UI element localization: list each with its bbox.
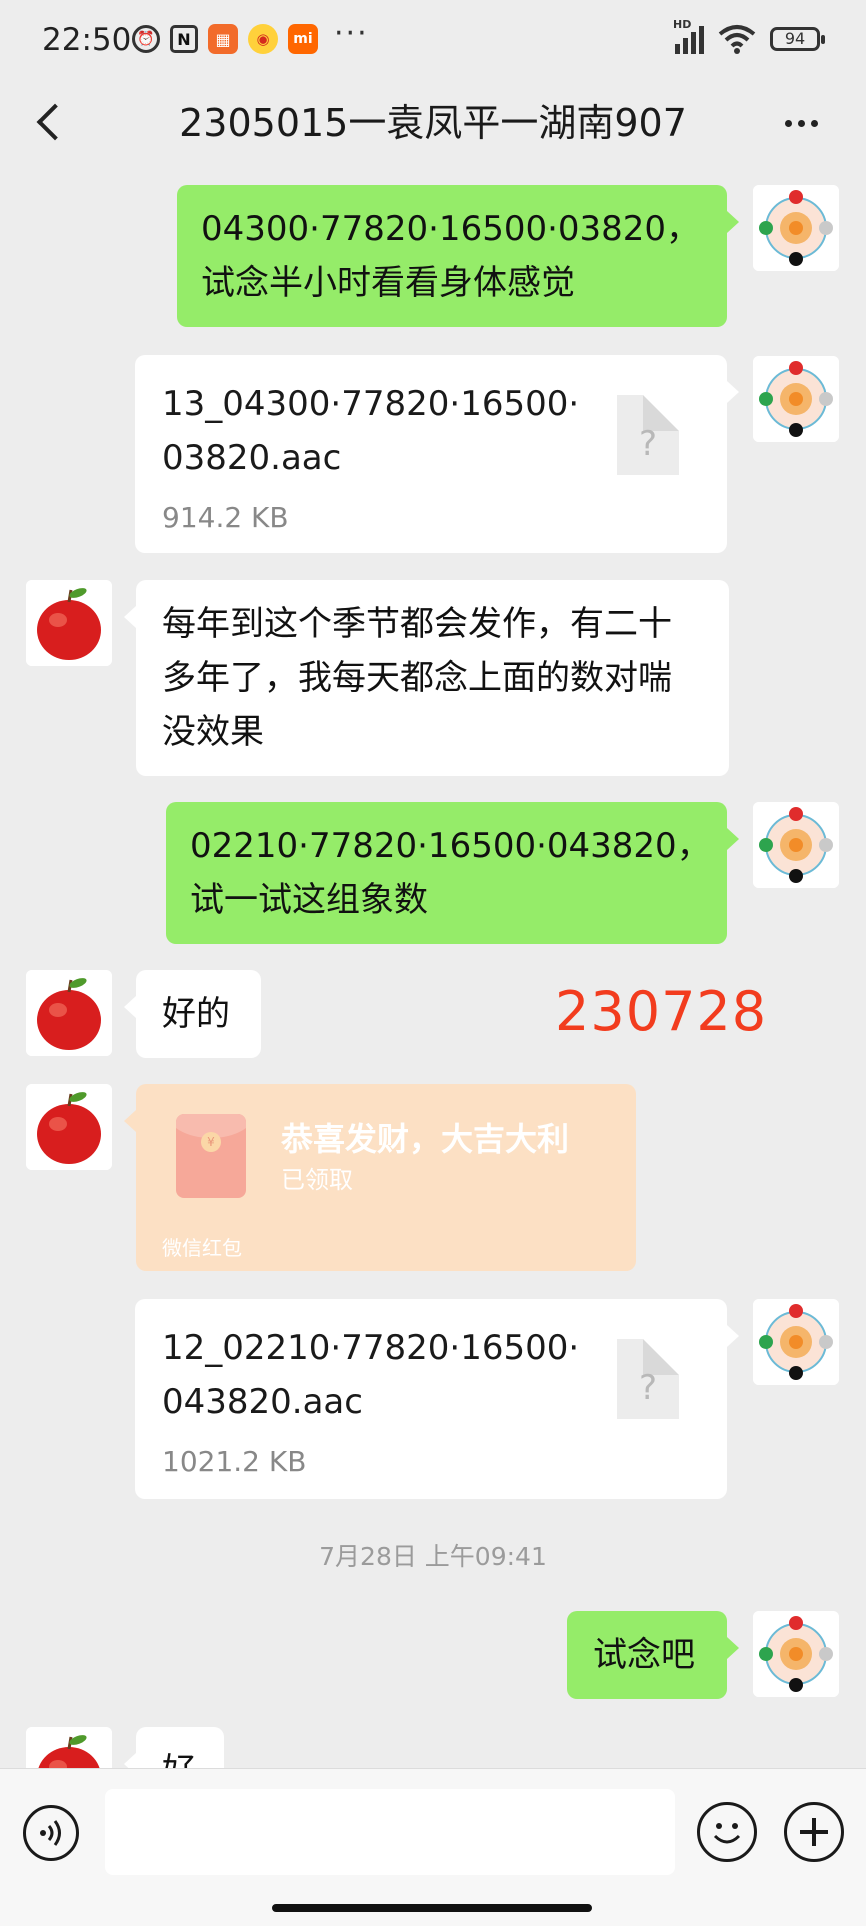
message-bubble-received[interactable]: 好 — [124, 1727, 224, 1768]
apple-avatar-icon — [26, 1084, 112, 1170]
apple-avatar-icon — [26, 1727, 112, 1768]
message-bubble-received[interactable]: 每年到这个季节都会发作，有二十多年了，我每天都念上面的数对喘没效果 — [124, 580, 729, 776]
apple-avatar-icon — [26, 580, 112, 666]
app-notification-icon: ▦ — [208, 24, 238, 54]
timestamp: 7月28日 上午09:41 — [319, 1542, 547, 1571]
my-avatar[interactable] — [753, 1299, 839, 1385]
more-options-button[interactable] — [776, 98, 826, 148]
my-avatar[interactable] — [753, 802, 839, 888]
file-size: 1021.2 KB — [162, 1445, 307, 1478]
signal-icon: HD — [673, 18, 704, 54]
message-text: 02210·77820·16500·043820，试一试这组象数 — [190, 826, 711, 920]
message-bubble-sent[interactable]: 04300·77820·16500·03820，试念半小时看看身体感觉 — [177, 185, 739, 327]
my-avatar[interactable] — [753, 1611, 839, 1697]
my-avatar[interactable] — [753, 185, 839, 271]
apple-avatar-icon — [26, 970, 112, 1056]
emoji-icon[interactable] — [697, 1802, 757, 1862]
wheel-avatar-icon — [753, 1611, 839, 1697]
battery-icon: 94 — [770, 27, 825, 51]
system-status: HD 94 — [673, 18, 825, 54]
red-packet-title: 恭喜发财，大吉大利 — [281, 1120, 570, 1158]
contact-avatar[interactable] — [26, 1727, 112, 1768]
message-text: 每年到这个季节都会发作，有二十多年了，我每天都念上面的数对喘没效果 — [162, 604, 672, 752]
file-name: 13_04300·77820·16500·03820.aac — [162, 384, 580, 478]
chat-title: 2305015一袁凤平一湖南907 — [179, 101, 687, 145]
red-packet-status: 已领取 — [281, 1166, 353, 1194]
message-bubble-sent[interactable]: 试念吧 — [567, 1611, 739, 1699]
message-text: 好 — [162, 1744, 198, 1768]
home-indicator[interactable] — [272, 1904, 592, 1912]
wifi-icon — [718, 24, 756, 54]
mi-icon: mi — [288, 24, 318, 54]
unknown-file-icon: ? — [617, 395, 679, 475]
chat-header: 2305015一袁凤平一湖南907 — [0, 80, 866, 170]
file-size: 914.2 KB — [162, 501, 289, 534]
overlay-number: 230728 — [555, 980, 768, 1043]
status-time: 22:50 — [42, 22, 132, 58]
red-packet-message[interactable]: ¥ 恭喜发财，大吉大利 已领取 微信红包 — [124, 1084, 636, 1271]
nfc-icon: N — [170, 25, 198, 53]
file-name: 12_02210·77820·16500·043820.aac — [162, 1328, 580, 1422]
my-avatar[interactable] — [753, 356, 839, 442]
contact-avatar[interactable] — [26, 970, 112, 1056]
wheel-avatar-icon — [753, 1299, 839, 1385]
message-bubble-sent[interactable]: 02210·77820·16500·043820，试一试这组象数 — [166, 802, 739, 944]
plus-icon[interactable] — [784, 1802, 844, 1862]
message-bubble-received[interactable]: 好的 — [124, 970, 261, 1058]
wheel-avatar-icon — [753, 356, 839, 442]
input-bar — [0, 1768, 866, 1926]
file-message[interactable]: 12_02210·77820·16500·043820.aac 1021.2 K… — [135, 1299, 739, 1499]
contact-avatar[interactable] — [26, 1084, 112, 1170]
wheel-avatar-icon — [753, 802, 839, 888]
wheel-avatar-icon — [753, 185, 839, 271]
status-bar: 22:50 ⏰ N ▦ ◉ mi ··· HD 94 — [0, 0, 866, 80]
red-packet-icon: ¥ — [176, 1114, 246, 1198]
weibo-icon: ◉ — [248, 24, 278, 54]
message-input[interactable] — [105, 1789, 675, 1875]
file-message[interactable]: 13_04300·77820·16500·03820.aac 914.2 KB … — [135, 355, 739, 553]
voice-icon[interactable] — [23, 1805, 79, 1861]
red-packet-footer: 微信红包 — [162, 1236, 242, 1260]
unknown-file-icon: ? — [617, 1339, 679, 1419]
message-text: 好的 — [162, 994, 230, 1034]
more-notifications-icon: ··· — [334, 15, 369, 51]
message-text: 04300·77820·16500·03820，试念半小时看看身体感觉 — [201, 209, 701, 303]
notification-icons: ⏰ N ▦ ◉ mi ··· — [132, 16, 369, 54]
message-list[interactable]: 04300·77820·16500·03820，试念半小时看看身体感觉 13_0… — [0, 170, 866, 1768]
message-text: 试念吧 — [593, 1635, 695, 1675]
contact-avatar[interactable] — [26, 580, 112, 666]
hd-label: HD — [673, 18, 692, 31]
alarm-icon: ⏰ — [132, 25, 160, 53]
